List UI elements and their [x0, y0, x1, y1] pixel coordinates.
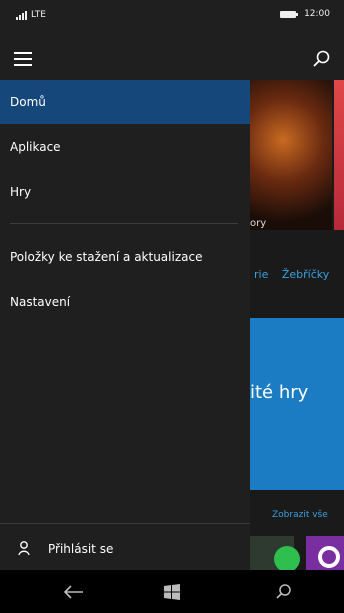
battery-icon	[280, 10, 299, 18]
back-icon[interactable]	[62, 580, 86, 604]
status-bar: LTE 12:00	[0, 0, 344, 40]
promo-banner[interactable]: ité hry	[250, 318, 344, 490]
status-right: 12:00	[280, 9, 330, 19]
sign-in-label: Přihlásit se	[48, 542, 114, 556]
person-icon	[18, 540, 34, 559]
sign-in-button[interactable]: Přihlásit se	[0, 529, 250, 569]
featured-tile[interactable]	[250, 80, 332, 230]
drawer-item-home[interactable]: Domů	[0, 80, 250, 124]
divider	[10, 223, 238, 224]
banner-text: ité hry	[250, 382, 309, 403]
signal-icon	[16, 11, 27, 20]
divider	[0, 523, 250, 524]
search-icon[interactable]	[312, 49, 332, 69]
navigation-drawer: Domů Aplikace Hry Položky ke stažení a a…	[0, 80, 250, 570]
drawer-item-label: Položky ke stažení a aktualizace	[10, 250, 203, 264]
drawer-item-label: Nastavení	[10, 295, 71, 309]
app-top-bar	[0, 40, 344, 80]
tile-caption: ory	[250, 218, 267, 229]
signal-indicator: LTE	[16, 10, 46, 20]
drawer-item-label: Aplikace	[10, 140, 61, 154]
app-tile[interactable]	[306, 536, 344, 570]
system-nav-bar	[0, 570, 344, 613]
clock: 12:00	[304, 9, 330, 19]
drawer-item-downloads[interactable]: Položky ke stažení a aktualizace	[0, 235, 250, 279]
drawer-item-label: Hry	[10, 185, 32, 199]
category-tabs: rie Žebříčky	[254, 268, 339, 281]
drawer-item-label: Domů	[10, 95, 46, 109]
drawer-item-apps[interactable]: Aplikace	[0, 125, 250, 169]
store-home-content: ory rie Žebříčky ité hry Zobrazit vše	[250, 80, 344, 570]
network-type: LTE	[31, 10, 46, 20]
tab-categories[interactable]: rie	[254, 268, 268, 281]
tab-charts[interactable]: Žebříčky	[282, 268, 329, 281]
drawer-item-games[interactable]: Hry	[0, 170, 250, 214]
search-icon[interactable]	[272, 580, 296, 604]
show-all-link[interactable]: Zobrazit vše	[272, 510, 328, 520]
featured-tile-2[interactable]	[334, 80, 344, 230]
windows-icon[interactable]	[160, 580, 184, 604]
app-tile[interactable]	[250, 536, 300, 570]
hamburger-icon[interactable]	[14, 52, 32, 66]
drawer-item-settings[interactable]: Nastavení	[0, 280, 250, 324]
